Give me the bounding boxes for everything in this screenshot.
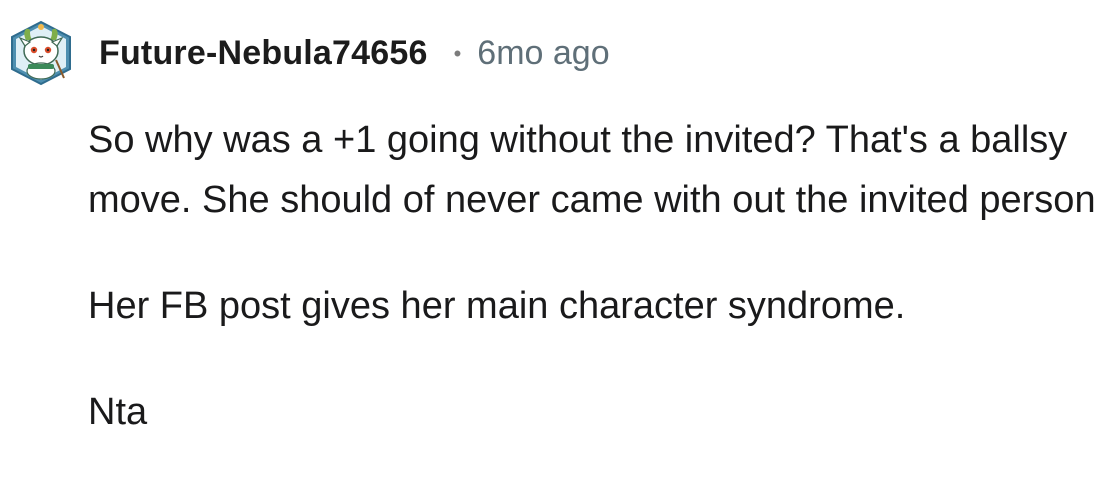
comment-header: Future-Nebula74656 • 6mo ago — [8, 18, 610, 88]
comment-paragraph: So why was a +1 going without the invite… — [88, 119, 1096, 221]
comment-paragraph: Nta — [88, 391, 148, 433]
comment-body: So why was a +1 going without the invite… — [88, 110, 1098, 442]
comment-paragraph: Her FB post gives her main character syn… — [88, 285, 906, 327]
comment-author[interactable]: Future-Nebula74656 — [99, 34, 428, 73]
comment: Future-Nebula74656 • 6mo ago So why was … — [0, 0, 1120, 504]
user-avatar-icon[interactable] — [8, 18, 74, 88]
comment-timestamp[interactable]: 6mo ago — [477, 34, 609, 73]
meta-separator: • — [453, 41, 462, 66]
